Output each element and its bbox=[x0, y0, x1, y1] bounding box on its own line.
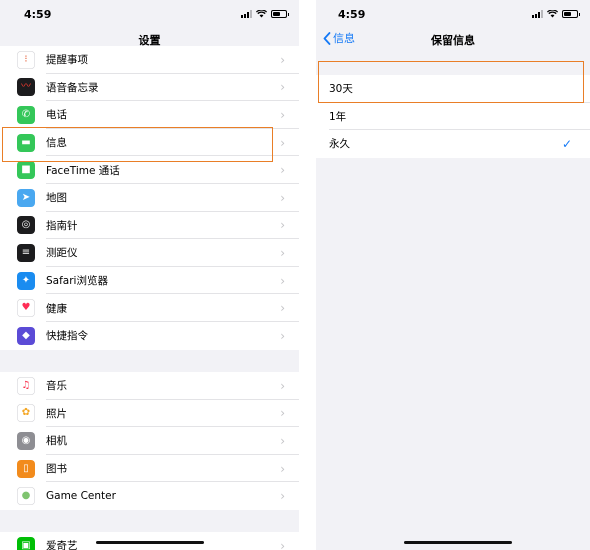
settings-row-compass[interactable]: ◎ 指南针 › bbox=[0, 211, 299, 240]
thirty-days-highlight-box bbox=[318, 61, 584, 103]
status-time: 4:59 bbox=[338, 8, 366, 21]
settings-row-label: 语音备忘录 bbox=[46, 81, 99, 94]
compass-icon: ◎ bbox=[17, 216, 35, 235]
shortcuts-icon: ◆ bbox=[17, 326, 35, 345]
status-bar: 4:59 bbox=[0, 0, 299, 28]
settings-screen: 4:59 设置 ⁝ 提醒事项 › 〰语音备忘录 › ✆ 电话 › ▬ 信息 › ■ FaceTime 通… bbox=[0, 0, 299, 550]
status-icons bbox=[241, 10, 289, 18]
chevron-right-icon: › bbox=[280, 190, 285, 205]
phone-icon: ✆ bbox=[17, 105, 35, 124]
home-indicator bbox=[404, 541, 512, 544]
keep-messages-screen: 4:59 信息 保留信息 30天 1年 永久 ✓ bbox=[316, 0, 590, 550]
settings-row-reminders[interactable]: ⁝ 提醒事项 › bbox=[0, 46, 299, 74]
status-bar: 4:59 bbox=[316, 0, 590, 28]
status-time: 4:59 bbox=[24, 8, 52, 21]
chevron-right-icon: › bbox=[280, 163, 285, 178]
settings-row-label: 照片 bbox=[46, 407, 67, 420]
page-title: 保留信息 bbox=[431, 34, 475, 47]
cellular-signal-icon bbox=[532, 10, 543, 18]
reminders-icon: ⁝ bbox=[17, 50, 35, 69]
settings-row-label: 提醒事项 bbox=[46, 54, 88, 67]
settings-row-measure[interactable]: ≡ 测距仪 › bbox=[0, 239, 299, 267]
maps-icon: ➤ bbox=[17, 188, 35, 207]
settings-group-apps: ⁝ 提醒事项 › 〰语音备忘录 › ✆ 电话 › ▬ 信息 › ■ FaceTime 通话 › ➤ 地图 › ◎ 指… bbox=[0, 46, 299, 350]
settings-row-label: FaceTime 通话 bbox=[46, 164, 120, 177]
settings-row-label: 快捷指令 bbox=[46, 330, 88, 343]
settings-row-game-center[interactable]: ● Game Center › bbox=[0, 482, 299, 510]
voice-memos-icon: 〰 bbox=[17, 78, 35, 97]
settings-row-label: 指南针 bbox=[46, 219, 78, 232]
chevron-right-icon: › bbox=[280, 52, 285, 67]
measure-icon: ≡ bbox=[17, 243, 35, 262]
settings-row-music[interactable]: ♫ 音乐 › bbox=[0, 372, 299, 400]
chevron-right-icon: › bbox=[280, 328, 285, 343]
battery-icon bbox=[562, 10, 580, 18]
settings-row-books[interactable]: ▯ 图书 › bbox=[0, 454, 299, 483]
settings-row-label: 音乐 bbox=[46, 380, 67, 393]
facetime-icon: ■ bbox=[17, 161, 35, 180]
camera-icon: ◉ bbox=[17, 431, 35, 450]
settings-row-label: 图书 bbox=[46, 463, 67, 476]
settings-row-safari[interactable]: ✦ Safari浏览器 › bbox=[0, 266, 299, 295]
keep-option-label: 1年 bbox=[329, 110, 347, 123]
home-indicator bbox=[96, 541, 204, 544]
books-icon: ▯ bbox=[17, 459, 35, 478]
group-separator bbox=[0, 510, 299, 532]
chevron-right-icon: › bbox=[280, 406, 285, 421]
chevron-right-icon: › bbox=[280, 433, 285, 448]
wifi-icon bbox=[256, 10, 267, 18]
chevron-right-icon: › bbox=[280, 538, 285, 550]
iqiyi-icon: ▣ bbox=[17, 536, 35, 550]
cellular-signal-icon bbox=[241, 10, 252, 18]
settings-row-voice-memos[interactable]: 〰语音备忘录 › bbox=[0, 73, 299, 102]
keep-option-label: 永久 bbox=[329, 138, 350, 151]
keep-option-row[interactable]: 永久 ✓ bbox=[316, 130, 590, 158]
health-icon: ♥ bbox=[17, 299, 35, 318]
chevron-right-icon: › bbox=[280, 135, 285, 150]
chevron-right-icon: › bbox=[280, 461, 285, 476]
chevron-right-icon: › bbox=[280, 301, 285, 316]
photos-icon: ✿ bbox=[17, 404, 35, 423]
chevron-right-icon: › bbox=[280, 378, 285, 393]
settings-row-shortcuts[interactable]: ◆ 快捷指令 › bbox=[0, 321, 299, 350]
group-separator bbox=[0, 350, 299, 372]
settings-row-label: 测距仪 bbox=[46, 247, 78, 260]
settings-row-label: 电话 bbox=[46, 109, 67, 122]
chevron-right-icon: › bbox=[280, 273, 285, 288]
settings-row-label: 相机 bbox=[46, 435, 67, 448]
game-center-icon: ● bbox=[17, 487, 35, 506]
settings-row-label: Safari浏览器 bbox=[46, 275, 108, 288]
chevron-right-icon: › bbox=[280, 245, 285, 260]
chevron-right-icon: › bbox=[280, 218, 285, 233]
safari-icon: ✦ bbox=[17, 271, 35, 290]
messages-highlight-box bbox=[2, 127, 273, 162]
nav-bar: 信息 保留信息 bbox=[316, 28, 590, 52]
settings-row-label: 地图 bbox=[46, 192, 67, 205]
settings-row-health[interactable]: ♥ 健康 › bbox=[0, 294, 299, 322]
keep-option-row[interactable]: 1年 bbox=[316, 102, 590, 130]
battery-icon bbox=[271, 10, 289, 18]
chevron-right-icon: › bbox=[280, 107, 285, 122]
settings-row-photos[interactable]: ✿ 照片 › bbox=[0, 399, 299, 428]
chevron-right-icon: › bbox=[280, 80, 285, 95]
wifi-icon bbox=[547, 10, 558, 18]
checkmark-icon: ✓ bbox=[561, 136, 572, 151]
music-icon: ♫ bbox=[17, 376, 35, 395]
settings-group-media: ♫ 音乐 › ✿ 照片 › ◉ 相机 › ▯ 图书 › ● Game Center › bbox=[0, 372, 299, 510]
settings-row-camera[interactable]: ◉ 相机 › bbox=[0, 427, 299, 455]
settings-row-label: Game Center bbox=[46, 490, 116, 503]
settings-row-phone[interactable]: ✆ 电话 › bbox=[0, 101, 299, 129]
chevron-right-icon: › bbox=[280, 489, 285, 504]
status-icons bbox=[532, 10, 580, 18]
settings-row-maps[interactable]: ➤ 地图 › bbox=[0, 183, 299, 212]
settings-row-label: 健康 bbox=[46, 302, 67, 315]
